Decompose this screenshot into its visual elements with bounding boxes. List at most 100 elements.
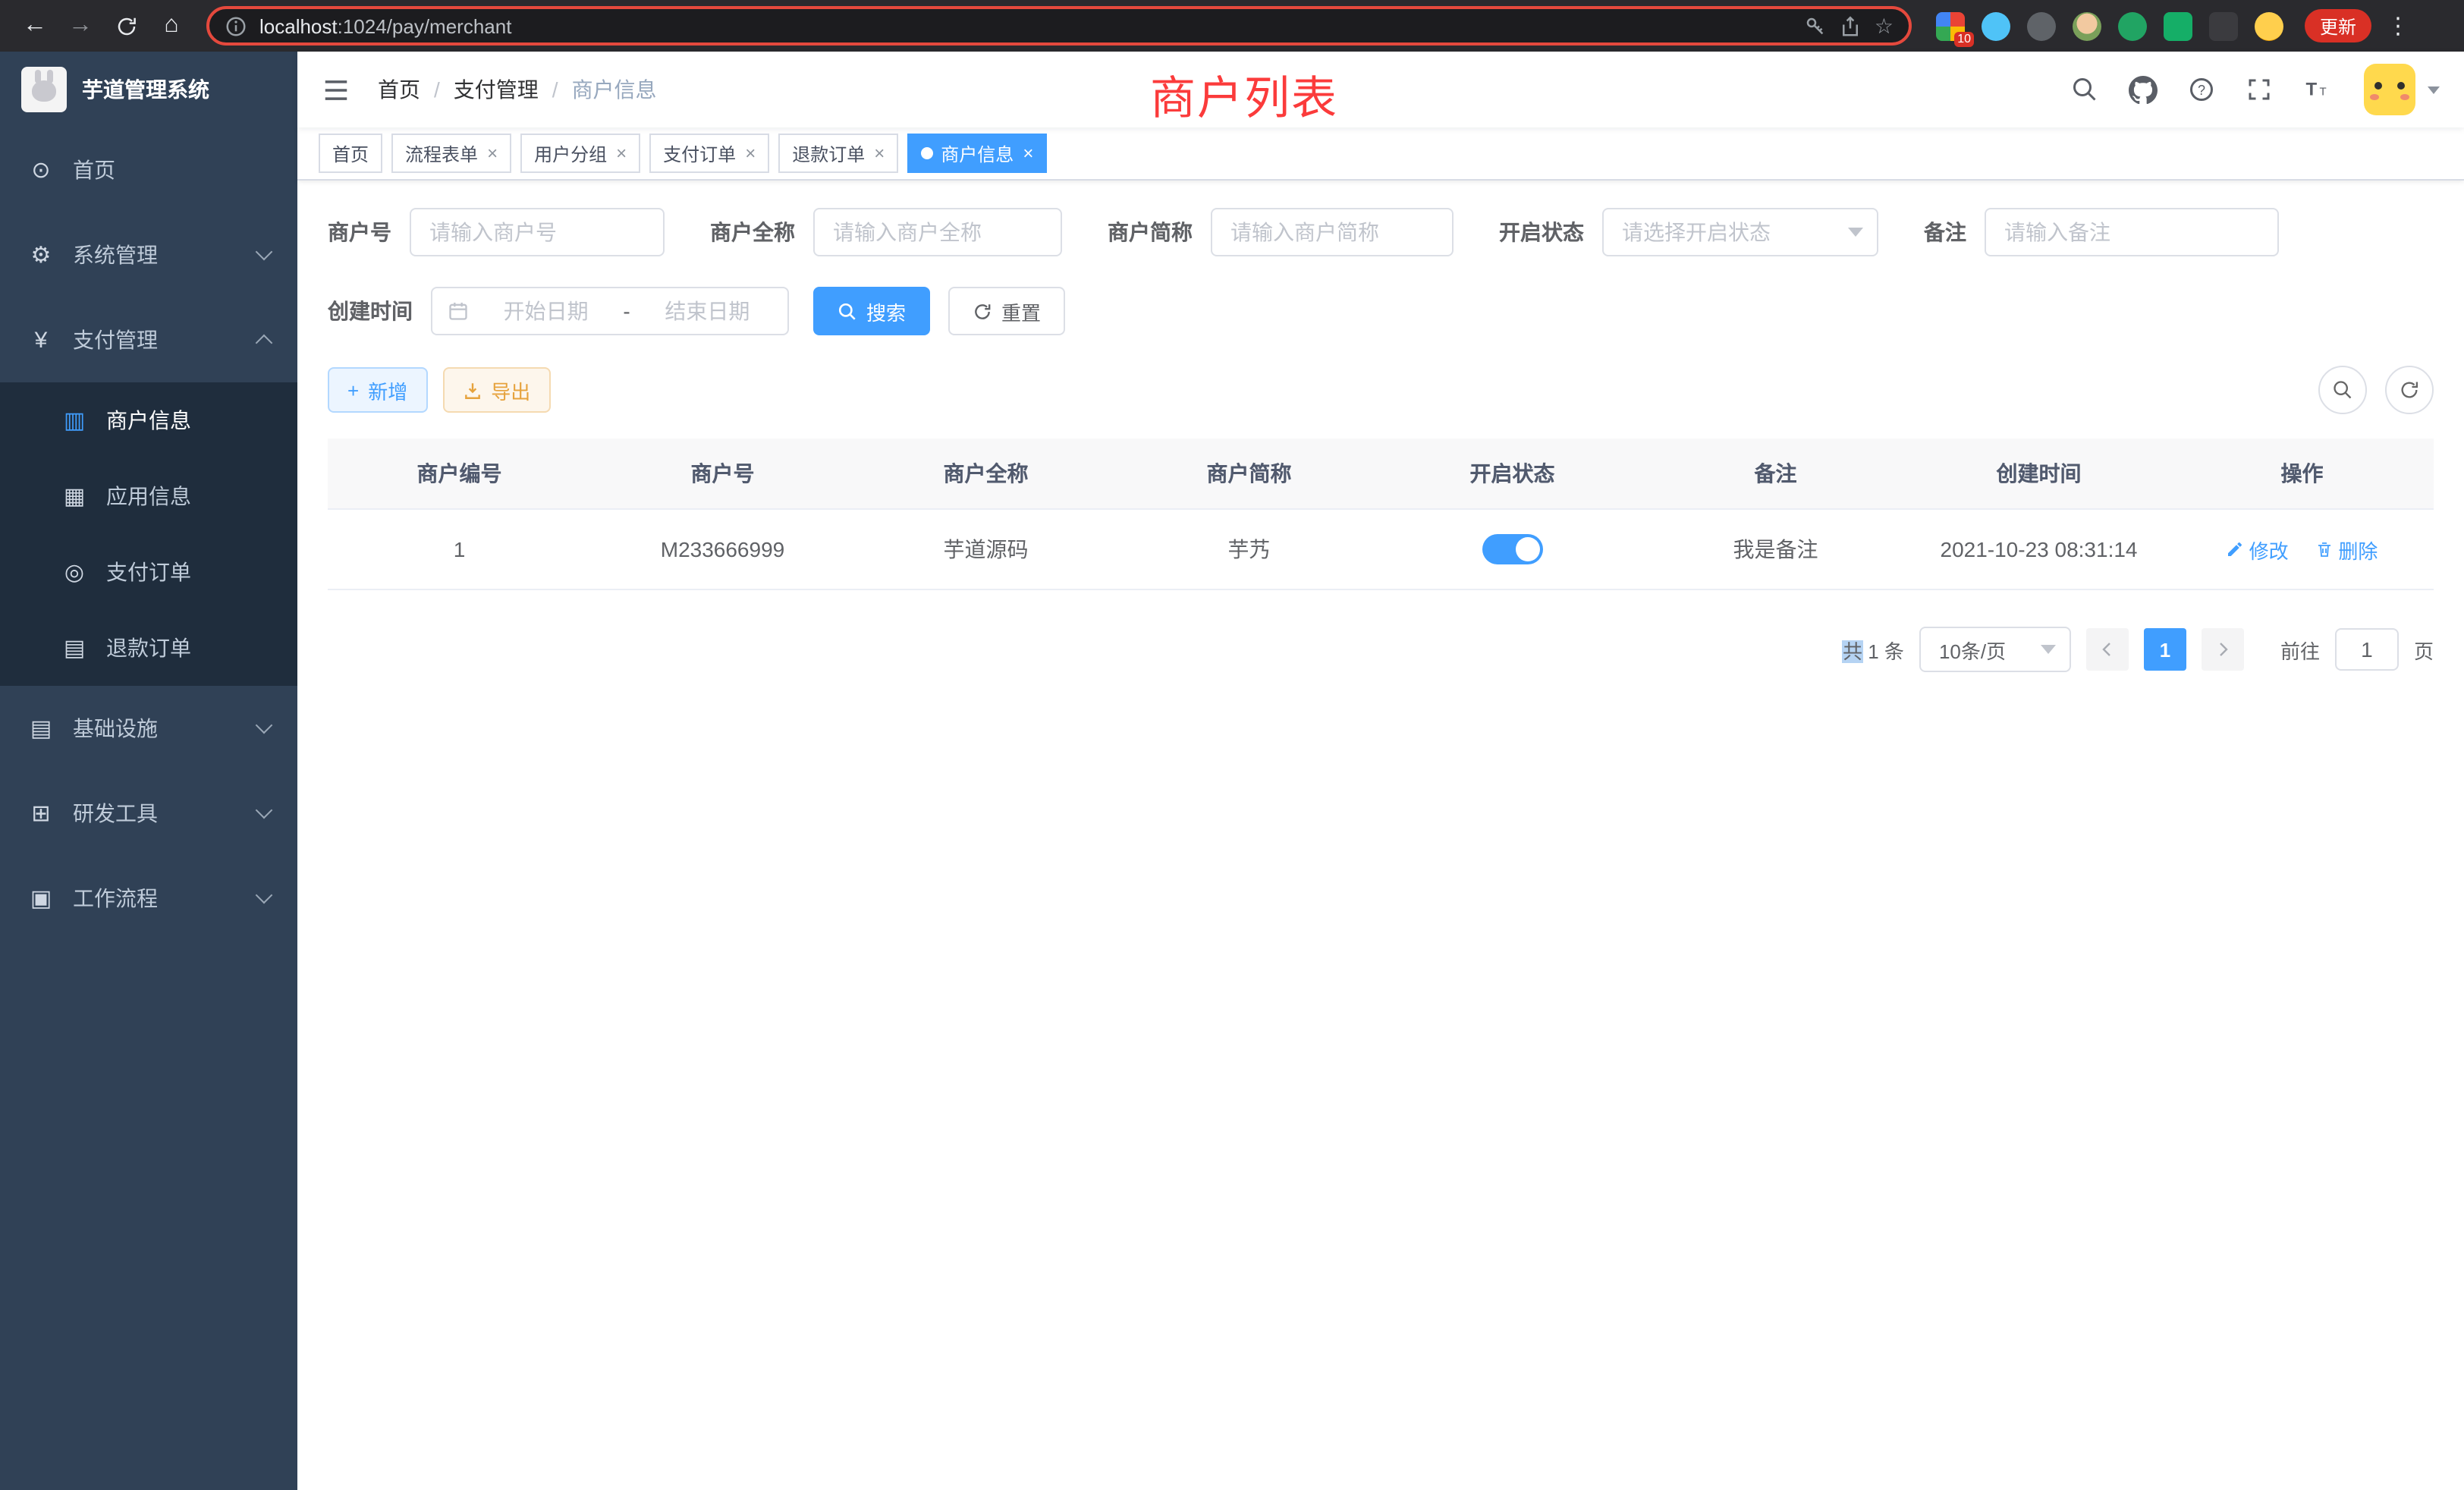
- breadcrumb-current: 商户信息: [572, 74, 657, 105]
- merchant-no-input[interactable]: [410, 208, 665, 256]
- export-button[interactable]: 导出: [442, 367, 550, 413]
- browser-forward-button[interactable]: →: [61, 6, 100, 46]
- extension-icon-2[interactable]: [1982, 11, 2010, 40]
- logo-avatar: [21, 67, 67, 112]
- remark-input[interactable]: [1985, 208, 2279, 256]
- close-icon[interactable]: ×: [487, 143, 498, 164]
- short-name-input[interactable]: [1211, 208, 1454, 256]
- svg-text:?: ?: [2198, 83, 2205, 98]
- tab-label: 首页: [332, 140, 369, 166]
- refresh-table-button[interactable]: [2385, 366, 2434, 414]
- sidebar-item-workflow[interactable]: ▣ 工作流程: [0, 856, 297, 941]
- page-info-icon[interactable]: [225, 14, 247, 37]
- extension-icon-5[interactable]: [2118, 11, 2147, 40]
- search-icon[interactable]: [2071, 76, 2098, 103]
- screen: ← → ⌂ localhost:1024/pay/merchant ☆ 10: [0, 0, 2464, 1490]
- chevron-down-icon: [256, 887, 273, 904]
- tab-pay-order[interactable]: 支付订单 ×: [649, 134, 769, 173]
- sidebar-item-devtools[interactable]: ⊞ 研发工具: [0, 771, 297, 856]
- delete-button[interactable]: 删除: [2315, 535, 2378, 564]
- col-actions: 操作: [2170, 439, 2434, 509]
- tab-refund-order[interactable]: 退款订单 ×: [778, 134, 898, 173]
- payment-submenu: ▥ 商户信息 ▦ 应用信息 ◎ 支付订单 ▤ 退款订单: [0, 382, 297, 686]
- tab-user-group[interactable]: 用户分组 ×: [520, 134, 640, 173]
- chevron-down-icon: [2428, 86, 2440, 93]
- extension-icon-4[interactable]: [2073, 11, 2101, 40]
- sidebar-item-merchant-info[interactable]: ▥ 商户信息: [0, 382, 297, 458]
- create-time-range-picker[interactable]: 开始日期 - 结束日期: [431, 287, 789, 335]
- app-title: 芋道管理系统: [82, 74, 209, 105]
- pagination-total: 共 1 条: [1843, 635, 1904, 664]
- extension-icon-6[interactable]: [2164, 11, 2192, 40]
- status-select-input[interactable]: [1602, 208, 1878, 256]
- download-icon: [462, 380, 482, 400]
- extension-icon-1[interactable]: 10: [1936, 11, 1965, 40]
- full-name-input[interactable]: [813, 208, 1062, 256]
- toggle-search-button[interactable]: [2318, 366, 2367, 414]
- close-icon[interactable]: ×: [745, 143, 756, 164]
- url-bar[interactable]: localhost:1024/pay/merchant ☆: [206, 6, 1912, 46]
- col-create-time: 创建时间: [1907, 439, 2170, 509]
- col-short-name: 商户简称: [1117, 439, 1381, 509]
- tab-label: 用户分组: [534, 140, 607, 166]
- sidebar-item-home[interactable]: ⊙ 首页: [0, 127, 297, 212]
- browser-back-button[interactable]: ←: [15, 6, 55, 46]
- browser-update-button[interactable]: 更新: [2305, 9, 2371, 42]
- browser-reload-button[interactable]: [106, 6, 146, 46]
- chevron-down-icon: [256, 717, 273, 734]
- sidebar-item-system[interactable]: ⚙ 系统管理: [0, 212, 297, 297]
- extension-icon-7[interactable]: [2209, 11, 2238, 40]
- tab-home[interactable]: 首页: [319, 134, 382, 173]
- plus-icon: +: [347, 379, 359, 401]
- sidebar-toggle-icon[interactable]: [322, 75, 350, 104]
- tab-merchant-info[interactable]: 商户信息 ×: [907, 134, 1047, 173]
- goto-page-input[interactable]: [2335, 628, 2399, 671]
- calendar-icon: [448, 300, 469, 322]
- page-size-value[interactable]: [1919, 627, 2071, 672]
- status-select[interactable]: [1602, 208, 1878, 256]
- sidebar-item-payment[interactable]: ¥ 支付管理: [0, 297, 297, 382]
- bookmark-star-icon[interactable]: ☆: [1875, 13, 1894, 39]
- add-button[interactable]: + 新增: [328, 367, 427, 413]
- password-key-icon[interactable]: [1805, 14, 1828, 37]
- page-size-select[interactable]: [1919, 627, 2071, 672]
- toolbox-icon: ⊞: [27, 800, 55, 827]
- page-content: 商户号 商户全称 商户简称 开启状态: [297, 181, 2464, 1490]
- cell-short-name: 芋艿: [1117, 509, 1381, 589]
- tab-process-form[interactable]: 流程表单 ×: [391, 134, 511, 173]
- browser-menu-icon[interactable]: ⋮: [2387, 12, 2409, 39]
- short-name-label: 商户简称: [1108, 217, 1193, 247]
- sidebar-item-label: 工作流程: [73, 883, 158, 913]
- app-logo[interactable]: 芋道管理系统: [0, 52, 297, 127]
- start-date-placeholder: 开始日期: [481, 296, 611, 326]
- prev-page-button[interactable]: [2086, 628, 2129, 671]
- status-toggle[interactable]: [1482, 534, 1543, 564]
- close-icon[interactable]: ×: [616, 143, 627, 164]
- search-button[interactable]: 搜索: [813, 287, 930, 335]
- share-icon[interactable]: [1840, 14, 1862, 37]
- sidebar-item-infrastructure[interactable]: ▤ 基础设施: [0, 686, 297, 771]
- sidebar-item-app-info[interactable]: ▦ 应用信息: [0, 458, 297, 534]
- sidebar-item-pay-order[interactable]: ◎ 支付订单: [0, 534, 297, 610]
- breadcrumb-home[interactable]: 首页: [378, 74, 420, 105]
- help-icon[interactable]: ?: [2188, 76, 2215, 103]
- fullscreen-icon[interactable]: [2246, 76, 2273, 103]
- cell-merchant-no: M233666999: [591, 509, 854, 589]
- page-number-1[interactable]: 1: [2144, 628, 2186, 671]
- edit-button[interactable]: 修改: [2227, 535, 2289, 564]
- reset-button[interactable]: 重置: [948, 287, 1065, 335]
- close-icon[interactable]: ×: [874, 143, 885, 164]
- github-icon[interactable]: [2129, 75, 2158, 104]
- end-date-placeholder: 结束日期: [643, 296, 772, 326]
- next-page-button[interactable]: [2202, 628, 2244, 671]
- close-icon[interactable]: ×: [1023, 143, 1033, 164]
- breadcrumb-payment[interactable]: 支付管理: [454, 74, 539, 105]
- extension-icon-3[interactable]: [2027, 11, 2056, 40]
- extension-icon-8[interactable]: [2255, 11, 2283, 40]
- user-avatar[interactable]: [2364, 64, 2440, 115]
- breadcrumb-separator: /: [434, 77, 440, 102]
- browser-home-button[interactable]: ⌂: [152, 6, 191, 46]
- tab-label: 流程表单: [405, 140, 478, 166]
- font-size-icon[interactable]: TT: [2303, 76, 2334, 103]
- sidebar-item-refund-order[interactable]: ▤ 退款订单: [0, 610, 297, 686]
